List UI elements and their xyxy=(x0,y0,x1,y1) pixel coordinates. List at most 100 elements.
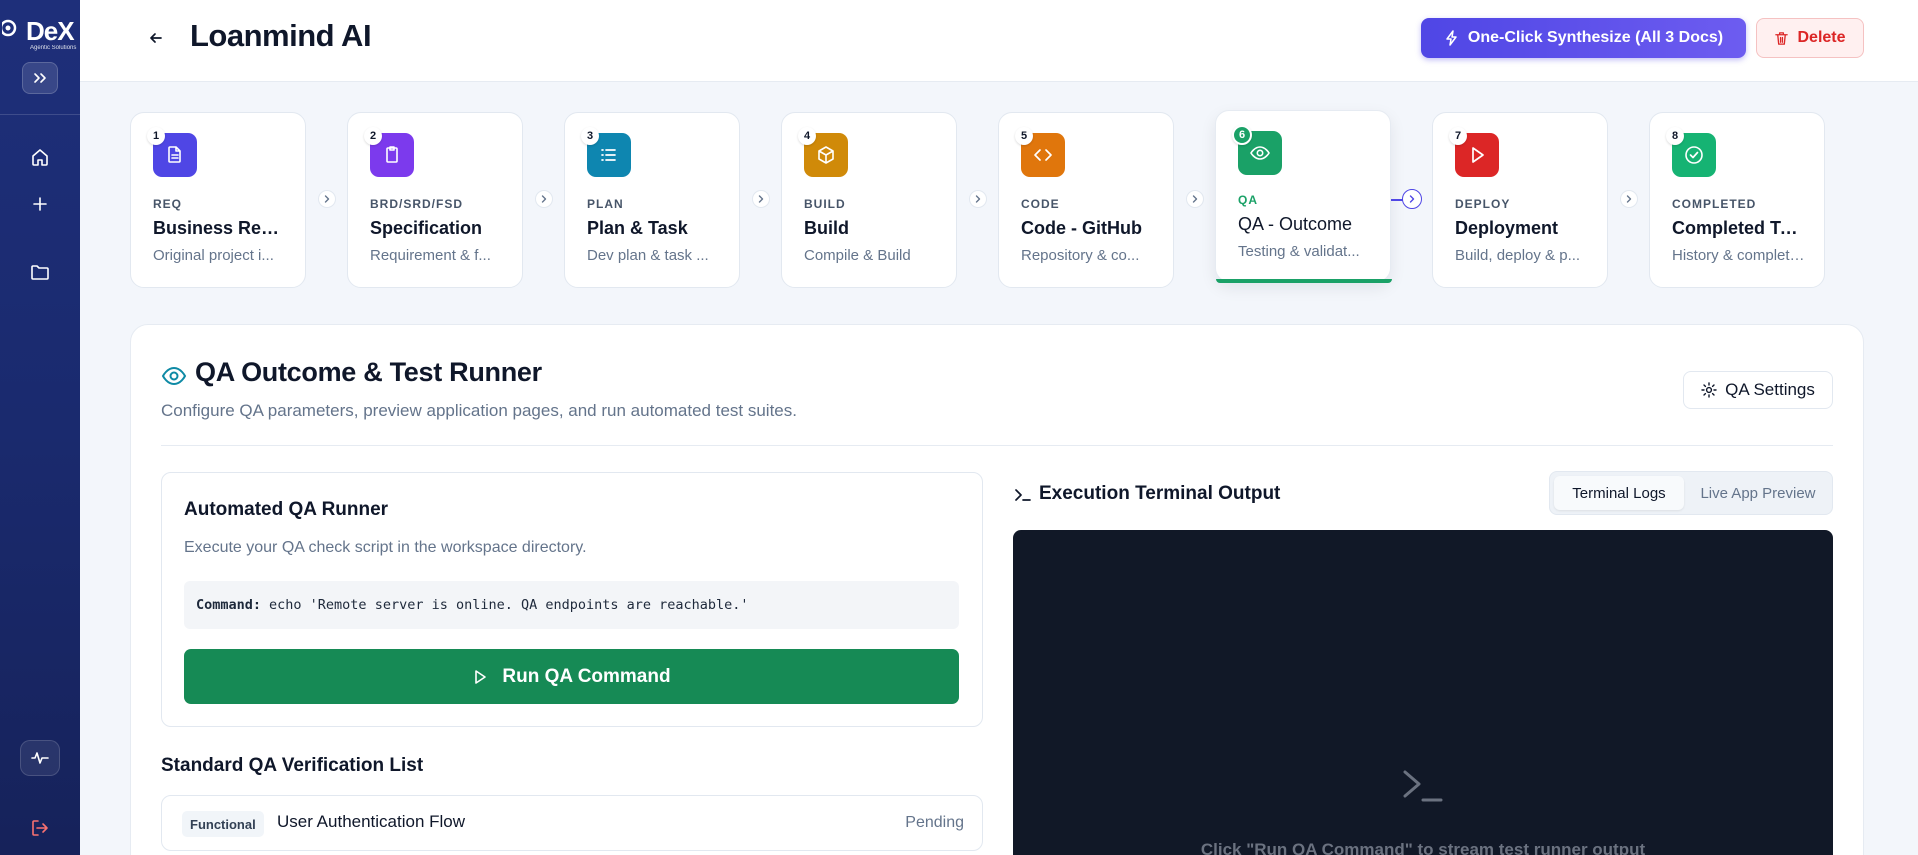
verification-item-label: User Authentication Flow xyxy=(277,812,466,831)
delete-button[interactable]: Delete xyxy=(1756,18,1864,58)
qa-settings-button[interactable]: QA Settings xyxy=(1683,371,1833,409)
step-connector-arrow xyxy=(751,190,770,208)
verification-status: Pending xyxy=(905,814,964,831)
step-title: Deployment xyxy=(1455,218,1559,238)
step-category: PLAN xyxy=(587,197,624,211)
terminal-tab-group: Terminal Logs Live App Preview xyxy=(1549,471,1833,515)
run-qa-command-button[interactable]: Run QA Command xyxy=(184,649,959,704)
sidebar-item-activity[interactable] xyxy=(20,740,60,776)
eye-icon xyxy=(161,363,187,389)
step-number: 6 xyxy=(1232,125,1252,145)
step-category: REQ xyxy=(153,197,183,211)
sidebar-divider xyxy=(0,114,80,115)
section-subtitle: Configure QA parameters, preview applica… xyxy=(161,401,797,420)
step-category: BRD/SRD/FSD xyxy=(370,197,464,211)
page-title: Loanmind AI xyxy=(190,18,372,53)
logout-button[interactable] xyxy=(24,812,56,844)
step-card-plan[interactable]: 3 PLAN Plan & Task Dev plan & task ... xyxy=(564,112,740,288)
step-category: COMPLETED xyxy=(1672,197,1757,211)
one-click-synthesize-button[interactable]: One-Click Synthesize (All 3 Docs) xyxy=(1421,18,1746,58)
chevron-right-icon xyxy=(541,195,546,203)
sidebar-item-home[interactable] xyxy=(24,141,56,173)
step-title: Specification xyxy=(370,218,483,238)
verification-list-title: Standard QA Verification List xyxy=(161,755,424,776)
step-connector-arrow xyxy=(968,190,987,208)
step-number: 7 xyxy=(1449,127,1467,145)
command-display[interactable]: Command: echo 'Remote server is online. … xyxy=(184,581,959,629)
step-card-deploy[interactable]: 7 DEPLOY Deployment Build, deploy & p... xyxy=(1432,112,1608,288)
chevron-right-icon xyxy=(324,195,329,203)
page-header: Loanmind AI One-Click Synthesize (All 3 … xyxy=(80,0,1918,82)
plus-icon xyxy=(33,197,47,211)
trash-icon xyxy=(1775,31,1789,45)
active-step-indicator xyxy=(1216,279,1392,283)
sidebar-item-new[interactable] xyxy=(24,188,56,220)
terminal-hint: Click "Run QA Command" to stream test ru… xyxy=(1200,840,1646,855)
activity-icon xyxy=(31,752,49,764)
step-subtitle: Original project i... xyxy=(153,247,274,264)
app-logo[interactable]: DeX Agentic Solutions xyxy=(0,14,80,54)
step-subtitle: Testing & validat... xyxy=(1238,243,1360,260)
step-number: 2 xyxy=(364,127,382,145)
chevron-right-icon xyxy=(1626,195,1631,203)
back-button[interactable] xyxy=(140,22,172,54)
step-number: 1 xyxy=(147,127,165,145)
section-title: QA Outcome & Test Runner xyxy=(195,357,542,387)
run-qa-label: Run QA Command xyxy=(502,665,671,687)
terminal-title: Execution Terminal Output xyxy=(1039,483,1281,504)
step-card-brd-srd-fsd[interactable]: 2 BRD/SRD/FSD Specification Requirement & f… xyxy=(347,112,523,288)
tab-live-app-preview[interactable]: Live App Preview xyxy=(1688,476,1828,510)
synthesize-label: One-Click Synthesize (All 3 Docs) xyxy=(1467,29,1724,46)
step-subtitle: Compile & Build xyxy=(804,247,911,264)
home-icon xyxy=(32,149,48,166)
step-card-code[interactable]: 5 CODE Code - GitHub Repository & co... xyxy=(998,112,1174,288)
logo-mark-icon xyxy=(2,19,17,37)
folder-icon xyxy=(31,265,49,280)
step-connector-arrow xyxy=(1185,190,1204,208)
delete-label: Delete xyxy=(1797,29,1846,46)
runner-description: Execute your QA check script in the work… xyxy=(184,539,587,556)
terminal-output[interactable]: Click "Run QA Command" to stream test ru… xyxy=(1013,530,1833,855)
step-category: BUILD xyxy=(804,197,846,211)
step-subtitle: Requirement & f... xyxy=(370,247,491,264)
tab-terminal-logs[interactable]: Terminal Logs xyxy=(1554,476,1684,510)
step-number: 5 xyxy=(1015,127,1033,145)
step-card-build[interactable]: 4 BUILD Build Compile & Build xyxy=(781,112,957,288)
verification-item[interactable]: Functional User Authentication Flow Pend… xyxy=(161,795,983,851)
step-category: CODE xyxy=(1021,197,1060,211)
step-connector-arrow xyxy=(317,190,336,208)
terminal-prompt-icon xyxy=(1403,770,1443,802)
play-icon xyxy=(475,669,487,684)
step-title: Plan & Task xyxy=(587,218,688,238)
step-title: QA - Outcome xyxy=(1238,214,1353,234)
expand-sidebar-button[interactable] xyxy=(22,62,58,94)
step-title: Build xyxy=(804,218,849,238)
qa-settings-label: QA Settings xyxy=(1725,380,1815,399)
step-card-req[interactable]: 1 REQ Business Req... Original project i... xyxy=(130,112,306,288)
step-card-completed[interactable]: 8 COMPLETED Completed Tasks History & compl… xyxy=(1649,112,1825,288)
step-title: Business Req... xyxy=(153,218,287,238)
runner-title: Automated QA Runner xyxy=(184,499,389,520)
sidebar: DeX Agentic Solutions xyxy=(0,0,80,855)
chevron-right-icon xyxy=(758,195,763,203)
logo-tagline: Agentic Solutions xyxy=(30,45,77,51)
step-subtitle: History & completed it... xyxy=(1672,247,1806,264)
logo-text: DeX xyxy=(26,16,75,46)
verification-type-badge: Functional xyxy=(182,811,264,837)
step-connector-arrow xyxy=(534,190,553,208)
step-number: 3 xyxy=(581,127,599,145)
sidebar-item-projects[interactable] xyxy=(24,256,56,288)
step-connector-arrow xyxy=(1401,189,1422,209)
step-subtitle: Repository & co... xyxy=(1021,247,1140,264)
chevrons-right-icon xyxy=(34,73,46,83)
step-title: Completed Tasks xyxy=(1672,218,1806,238)
step-category: DEPLOY xyxy=(1455,197,1511,211)
step-subtitle: Dev plan & task ... xyxy=(587,247,709,264)
chevron-right-icon xyxy=(1409,195,1414,203)
chevron-right-icon xyxy=(975,195,980,203)
qa-runner-card: Automated QA Runner Execute your QA chec… xyxy=(161,472,983,727)
step-card-qa[interactable]: 6 QA QA - Outcome Testing & validat... xyxy=(1215,110,1392,283)
step-number: 4 xyxy=(798,127,816,145)
step-category: QA xyxy=(1238,193,1258,207)
section-divider xyxy=(161,445,1833,446)
